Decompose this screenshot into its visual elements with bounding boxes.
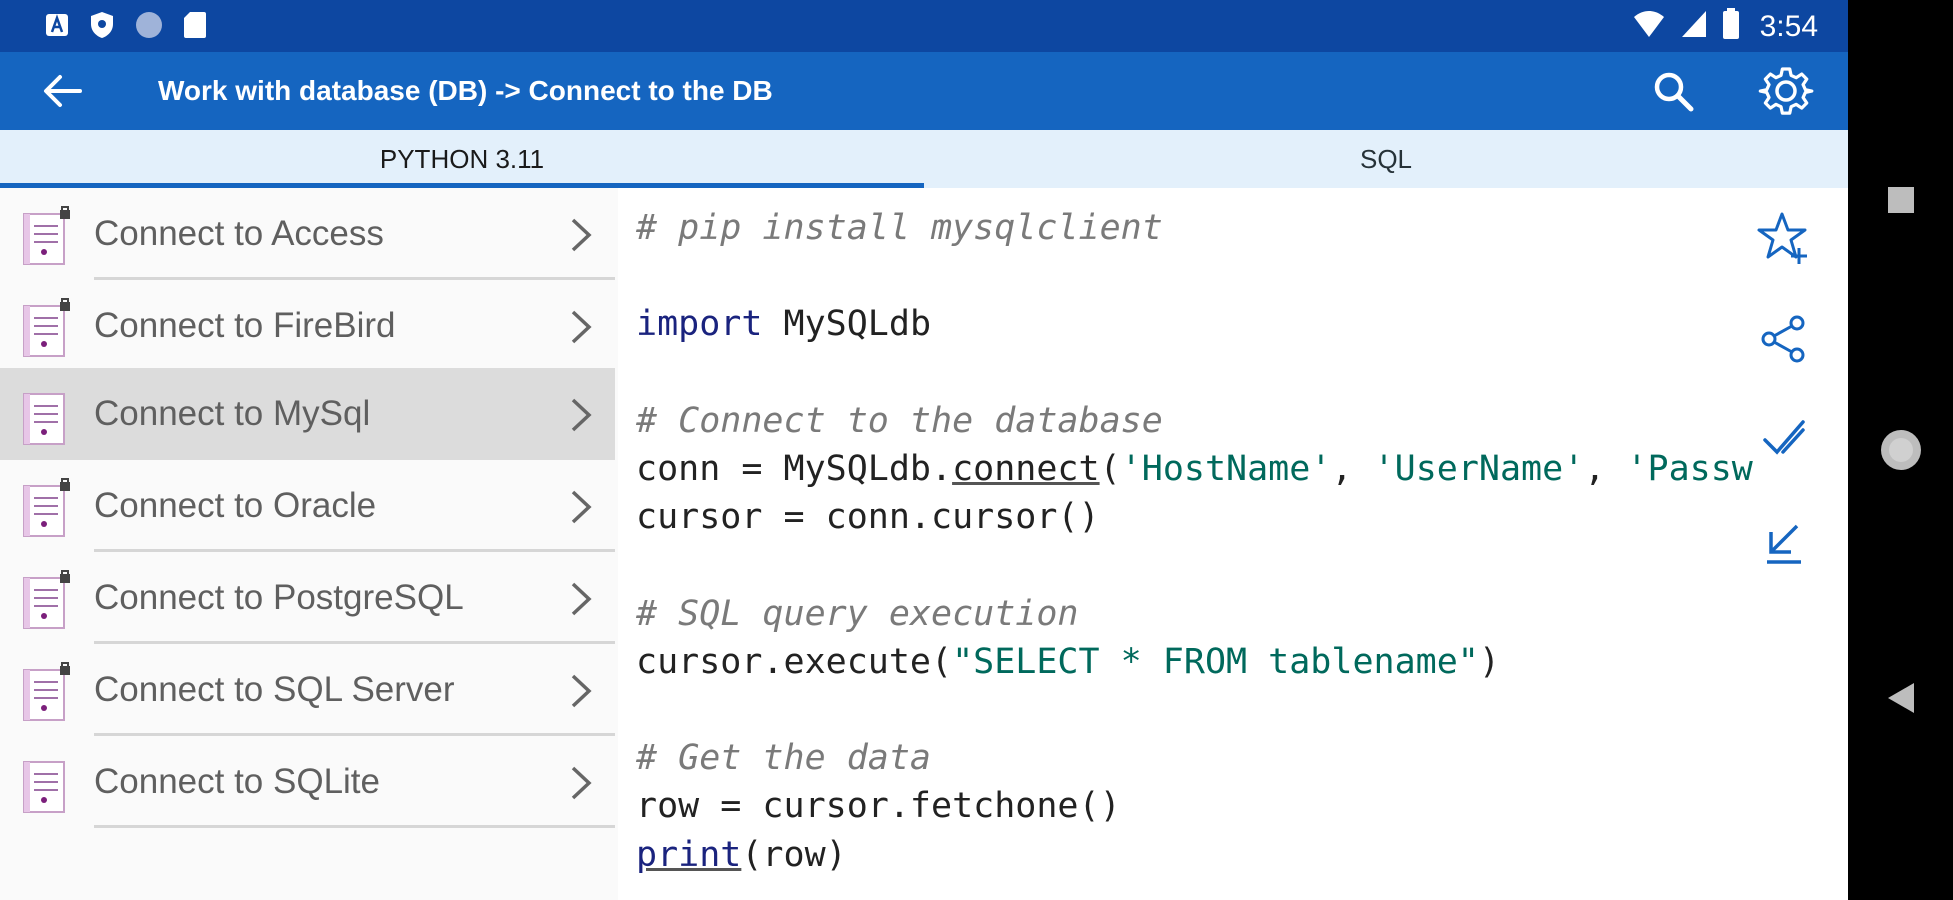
triangle-back-icon xyxy=(1887,683,1914,713)
list-item-label: Connect to Oracle xyxy=(94,486,377,525)
code-keyword: import xyxy=(636,304,763,345)
back-nav-button[interactable] xyxy=(1848,676,1953,720)
shield-icon xyxy=(88,10,116,45)
wifi-icon xyxy=(1632,9,1666,44)
code-panel: # pip install mysqlclient import MySQLdb… xyxy=(618,188,1848,900)
code-file-icon xyxy=(23,393,65,445)
arrow-left-icon xyxy=(44,75,82,107)
locked-code-file-icon xyxy=(23,206,70,265)
status-left-icons xyxy=(44,10,208,45)
list-item[interactable]: Connect to PostgreSQL xyxy=(0,552,615,644)
locked-code-file-icon xyxy=(23,662,70,721)
code-text: cursor.execute( xyxy=(636,641,953,682)
code-text: row = cursor.fetchone() xyxy=(636,786,1121,827)
share-button[interactable] xyxy=(1750,305,1818,373)
divider xyxy=(94,825,615,828)
code-text: MySQLdb xyxy=(762,304,932,345)
app-bar: Work with database (DB) -> Connect to th… xyxy=(0,52,1848,130)
code-text: ( xyxy=(1099,449,1121,490)
code-string: "SELECT * FROM tablename" xyxy=(952,641,1479,682)
code-file-icon xyxy=(23,761,65,813)
square-icon xyxy=(1887,187,1914,213)
share-icon xyxy=(1761,315,1805,363)
chevron-right-icon xyxy=(571,310,592,344)
chevron-right-icon xyxy=(571,766,592,800)
status-clock: 3:54 xyxy=(1759,9,1818,43)
chevron-right-icon xyxy=(571,218,592,252)
list-item-label: Connect to FireBird xyxy=(94,306,396,345)
code-text: cursor = conn.cursor() xyxy=(636,497,1100,538)
collapse-icon xyxy=(1767,524,1801,564)
list-item-label: Connect to PostgreSQL xyxy=(94,578,464,617)
chevron-right-icon xyxy=(571,674,592,708)
code-function: print xyxy=(636,834,742,875)
list-item[interactable]: Connect to FireBird xyxy=(0,280,615,372)
device-screen: 3:54 Work with database (DB) -> Connect … xyxy=(0,0,1848,900)
code-text: conn = MySQLdb. xyxy=(636,449,953,490)
list-item-selected[interactable]: Connect to MySql xyxy=(0,368,615,460)
settings-button[interactable] xyxy=(1756,64,1816,118)
code-text: (row) xyxy=(741,834,847,875)
signal-icon xyxy=(1680,9,1708,44)
list-item[interactable]: Connect to SQL Server xyxy=(0,644,615,736)
system-navigation-bar xyxy=(1848,0,1953,900)
sd-card-icon xyxy=(182,10,208,45)
recents-button[interactable] xyxy=(1848,178,1953,222)
chevron-right-icon xyxy=(571,582,592,616)
tab-bar: PYTHON 3.11 SQL xyxy=(0,130,1848,188)
locked-code-file-icon xyxy=(23,570,70,629)
check-button[interactable] xyxy=(1750,407,1818,475)
add-favorite-button[interactable] xyxy=(1750,205,1818,273)
list-item-label: Connect to MySql xyxy=(94,394,371,433)
list-item-label: Connect to Access xyxy=(94,214,384,253)
code-comment: # SQL query execution xyxy=(636,593,1079,634)
code-string: 'Passw xyxy=(1626,449,1753,490)
code-comment: # pip install mysqlclient xyxy=(636,208,1163,248)
code-comment: # Connect to the database xyxy=(636,400,1163,441)
code-function: connect xyxy=(952,449,1100,490)
list-item-label: Connect to SQLite xyxy=(94,762,380,801)
list-item[interactable]: Connect to SQLite xyxy=(0,736,615,828)
back-button[interactable] xyxy=(38,69,86,113)
search-icon xyxy=(1654,72,1694,112)
code-text: , xyxy=(1331,449,1374,490)
code-string: 'UserName' xyxy=(1373,449,1585,490)
home-circle-icon xyxy=(1880,430,1921,470)
gear-icon xyxy=(1758,67,1814,115)
chevron-right-icon xyxy=(571,398,592,432)
connection-list: Connect to Access Connect to FireBird Co… xyxy=(0,188,615,900)
search-button[interactable] xyxy=(1648,68,1698,114)
list-item[interactable]: Connect to Oracle xyxy=(0,460,615,552)
list-item-label: Connect to SQL Server xyxy=(94,670,455,709)
code-comment: # Get the data xyxy=(636,738,932,779)
battery-icon xyxy=(1722,8,1740,45)
home-button[interactable] xyxy=(1848,424,1953,476)
check-icon xyxy=(1763,420,1805,455)
chevron-right-icon xyxy=(571,490,592,524)
star-add-icon xyxy=(1757,212,1807,264)
collapse-button[interactable] xyxy=(1750,509,1818,577)
code-text: , xyxy=(1584,449,1627,490)
tab-sql[interactable]: SQL xyxy=(924,130,1848,188)
locked-code-file-icon xyxy=(23,478,70,537)
code-block: # pip install mysqlclient import MySQLdb… xyxy=(636,204,1753,879)
code-text: ) xyxy=(1478,641,1500,682)
circle-icon xyxy=(134,10,164,45)
page-title: Work with database (DB) -> Connect to th… xyxy=(158,75,773,106)
tab-python[interactable]: PYTHON 3.11 xyxy=(0,130,924,188)
a-icon xyxy=(44,12,70,43)
code-string: 'HostName' xyxy=(1120,449,1332,490)
status-right-icons: 3:54 xyxy=(1632,8,1818,45)
locked-code-file-icon xyxy=(23,298,70,357)
list-item[interactable]: Connect to Access xyxy=(0,188,615,280)
status-bar: 3:54 xyxy=(0,0,1848,52)
